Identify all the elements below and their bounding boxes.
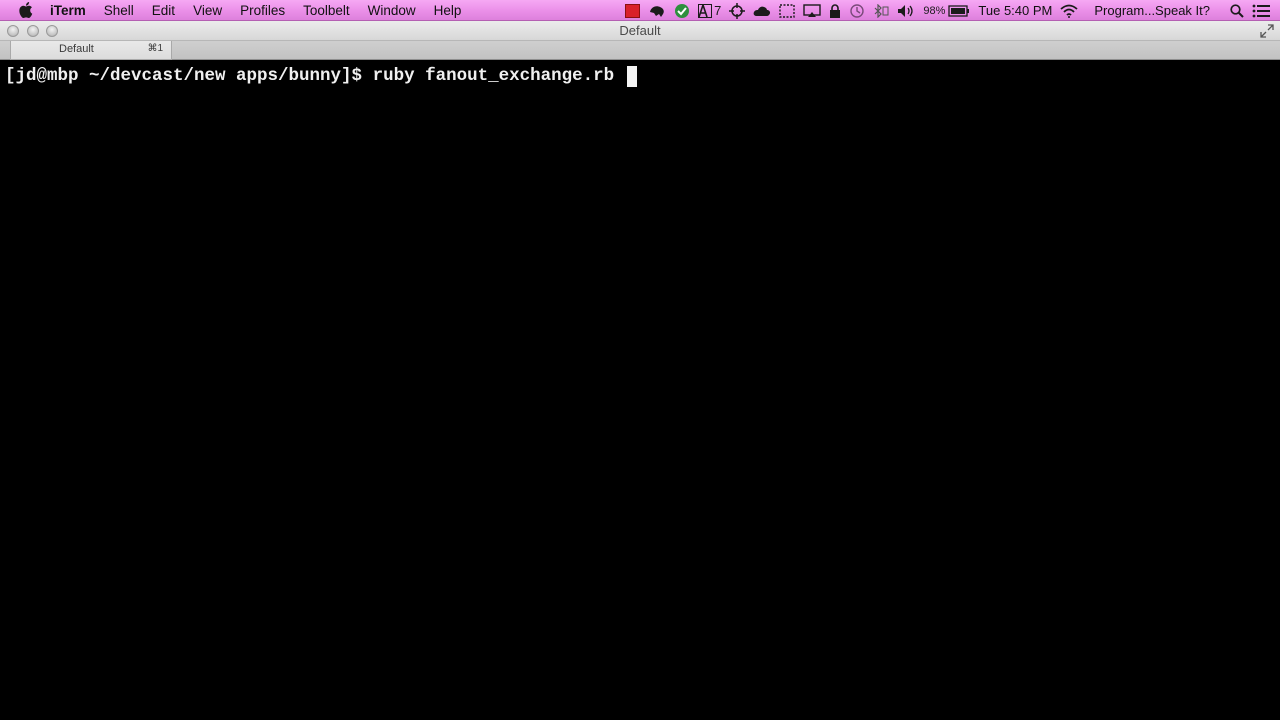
red-square-icon[interactable]	[625, 0, 641, 21]
mail-count-icon[interactable]: 7	[698, 0, 721, 21]
menu-profiles[interactable]: Profiles	[231, 0, 294, 21]
menu-edit[interactable]: Edit	[143, 0, 184, 21]
wifi-icon[interactable]	[1060, 0, 1078, 21]
screen-capture-icon[interactable]	[779, 0, 796, 21]
window-title: Default	[619, 23, 661, 38]
notification-center-icon[interactable]	[1252, 0, 1270, 21]
menu-bar: iTerm Shell Edit View Profiles Toolbelt …	[0, 0, 1280, 21]
menu-view[interactable]: View	[184, 0, 231, 21]
time-machine-icon[interactable]	[849, 0, 865, 21]
terminal-view[interactable]: [jd@mbp ~/devcast/new apps/bunny]$ ruby …	[0, 61, 1280, 720]
shell-prompt: [jd@mbp ~/devcast/new apps/bunny]$	[5, 66, 373, 86]
tab-default[interactable]: Default ⌘1	[10, 41, 172, 60]
menu-help[interactable]: Help	[425, 0, 471, 21]
apple-menu-icon[interactable]	[0, 0, 50, 21]
menu-shell[interactable]: Shell	[95, 0, 143, 21]
battery-percent: 98%	[923, 4, 946, 17]
menu-app-iterm[interactable]: iTerm	[50, 0, 95, 21]
window-title-bar[interactable]: Default	[0, 21, 1280, 41]
clock[interactable]: Tue 5:40 PM	[974, 0, 1056, 21]
battery-indicator[interactable]: 98%	[923, 0, 970, 21]
text-cursor	[626, 65, 637, 87]
tab-label: Default	[59, 43, 94, 55]
terminal-line: [jd@mbp ~/devcast/new apps/bunny]$ ruby …	[5, 65, 1280, 87]
lock-icon[interactable]	[829, 0, 841, 21]
airplay-icon[interactable]	[803, 0, 822, 21]
menu-toolbelt[interactable]: Toolbelt	[294, 0, 359, 21]
spotlight-search-icon[interactable]	[1230, 0, 1244, 21]
mail-count: 7	[714, 3, 722, 18]
bluetooth-icon[interactable]	[873, 0, 889, 21]
now-playing[interactable]: Program...Speak It?	[1090, 0, 1214, 21]
battery-icon	[948, 4, 970, 17]
sync-status-icon[interactable]	[674, 0, 690, 21]
cloud-icon[interactable]	[753, 0, 771, 21]
tab-shortcut: ⌘1	[147, 43, 163, 54]
volume-icon[interactable]	[897, 0, 915, 21]
command-input: ruby fanout_exchange.rb	[372, 66, 625, 86]
fullscreen-icon[interactable]	[1260, 24, 1274, 38]
crosshair-icon[interactable]	[729, 0, 746, 21]
evernote-elephant-icon[interactable]	[648, 0, 666, 21]
menu-window[interactable]: Window	[359, 0, 425, 21]
tab-bar: Default ⌘1	[0, 41, 1280, 60]
